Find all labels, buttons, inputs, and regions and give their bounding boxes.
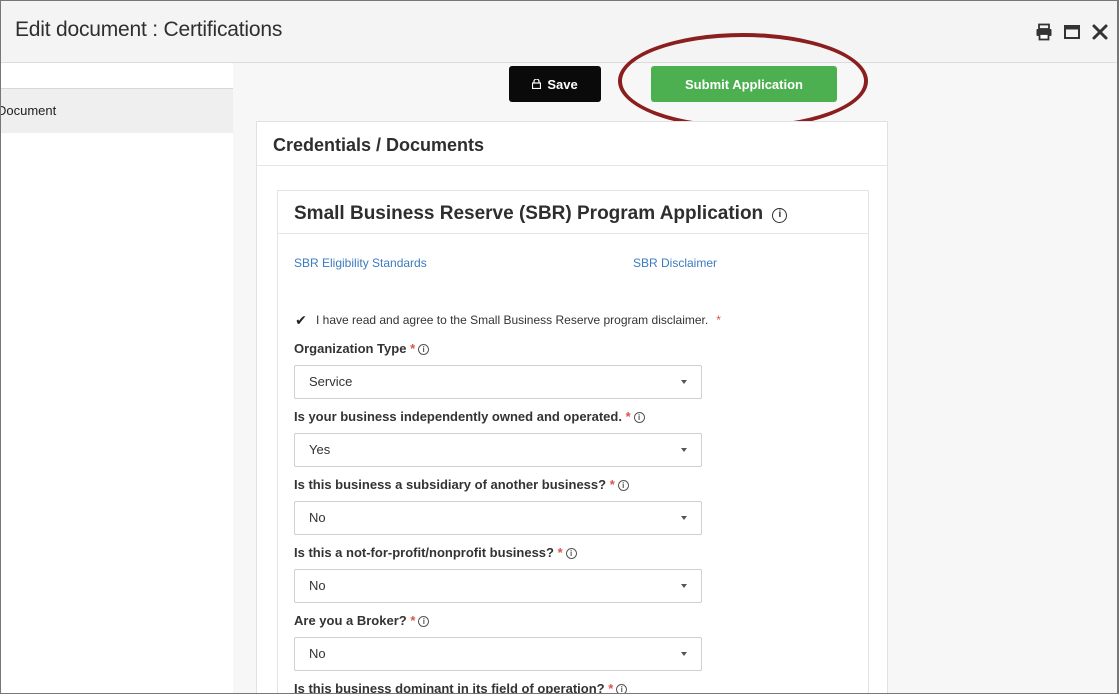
sbr-application-card: Small Business Reserve (SBR) Program App…	[277, 190, 869, 693]
organization-type-select[interactable]: Service	[294, 365, 702, 399]
maximize-icon[interactable]	[1063, 23, 1081, 41]
save-button[interactable]: Save	[509, 66, 601, 102]
chevron-down-icon	[681, 652, 687, 656]
card-title: Credentials / Documents	[257, 122, 887, 166]
field-organization-type: Organization Type * i Service	[294, 341, 854, 399]
window-titlebar: Edit document : Certifications	[1, 1, 1117, 63]
info-icon[interactable]: i	[616, 684, 628, 693]
info-icon[interactable]: i	[565, 548, 577, 559]
field-label: Is your business independently owned and…	[294, 409, 854, 429]
agree-text: I have read and agree to the Small Busin…	[316, 313, 709, 327]
sbr-eligibility-link[interactable]: SBR Eligibility Standards	[294, 256, 427, 270]
close-icon[interactable]	[1091, 23, 1109, 41]
info-icon[interactable]: i	[633, 412, 645, 423]
field-label: Is this business dominant in its field o…	[294, 681, 854, 693]
sidebar-item-document[interactable]: Document	[1, 93, 233, 131]
field-broker: Are you a Broker? * i No	[294, 613, 854, 671]
credentials-card: Credentials / Documents Small Business R…	[256, 121, 888, 693]
field-label: Are you a Broker? * i	[294, 613, 854, 633]
action-toolbar: Save Submit Application	[233, 33, 888, 129]
nonprofit-select[interactable]: No	[294, 569, 702, 603]
info-icon[interactable]: i	[617, 480, 629, 491]
window-title: Edit document : Certifications	[15, 18, 283, 41]
sidebar-item-label: Document	[1, 103, 57, 118]
submit-application-button[interactable]: Submit Application	[651, 66, 837, 102]
disclaimer-agreement: ✔ I have read and agree to the Small Bus…	[294, 312, 721, 328]
chevron-down-icon	[681, 380, 687, 384]
lock-icon	[532, 79, 542, 89]
application-links: SBR Eligibility Standards SBR Disclaimer	[278, 234, 868, 294]
print-icon[interactable]	[1035, 23, 1053, 41]
sidebar-header	[1, 63, 233, 89]
subsidiary-select[interactable]: No	[294, 501, 702, 535]
edit-document-window: Edit document : Certifications Document	[0, 0, 1119, 694]
field-subsidiary: Is this business a subsidiary of another…	[294, 477, 854, 535]
left-sidebar: Document	[1, 63, 233, 693]
field-label: Is this a not-for-profit/nonprofit busin…	[294, 545, 854, 565]
chevron-down-icon	[681, 516, 687, 520]
field-label: Is this business a subsidiary of another…	[294, 477, 854, 497]
window-controls	[1035, 23, 1109, 41]
save-label: Save	[547, 76, 578, 92]
required-mark: *	[716, 313, 721, 327]
info-icon[interactable]: i	[418, 616, 430, 627]
field-label: Organization Type * i	[294, 341, 854, 361]
sidebar-list	[1, 133, 233, 693]
application-title: Small Business Reserve (SBR) Program App…	[294, 203, 764, 224]
field-nonprofit: Is this a not-for-profit/nonprofit busin…	[294, 545, 854, 603]
info-icon[interactable]: i	[772, 208, 788, 223]
sbr-disclaimer-link[interactable]: SBR Disclaimer	[633, 256, 717, 270]
chevron-down-icon	[681, 448, 687, 452]
info-icon[interactable]: i	[418, 344, 430, 355]
independently-owned-select[interactable]: Yes	[294, 433, 702, 467]
dialog-content: Document Save Submit Application Credent…	[1, 33, 1117, 693]
field-independently-owned: Is your business independently owned and…	[294, 409, 854, 467]
application-title-row: Small Business Reserve (SBR) Program App…	[278, 191, 868, 234]
broker-select[interactable]: No	[294, 637, 702, 671]
agree-checkbox[interactable]: ✔	[294, 312, 308, 328]
field-dominant: Is this business dominant in its field o…	[294, 681, 854, 693]
chevron-down-icon	[681, 584, 687, 588]
